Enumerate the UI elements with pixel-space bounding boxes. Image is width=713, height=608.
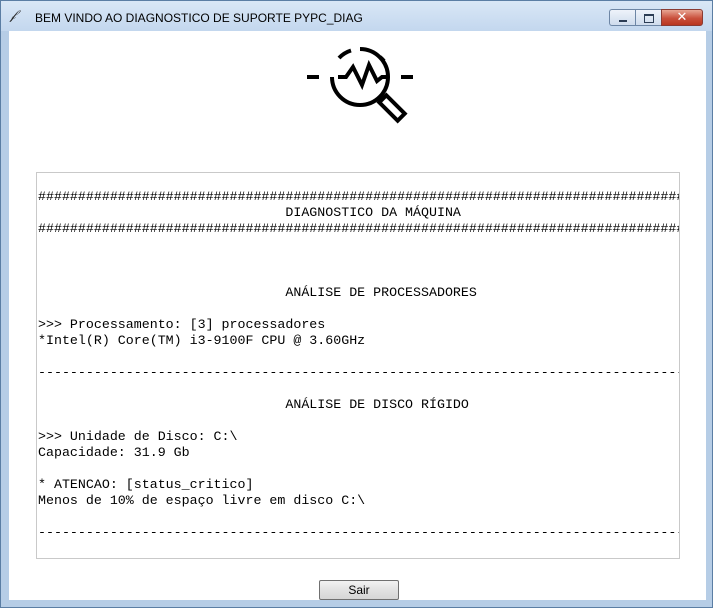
- window-title: BEM VINDO AO DIAGNOSTICO DE SUPORTE PYPC…: [35, 11, 363, 25]
- close-icon: ✕: [676, 10, 688, 25]
- diagnostic-report-textbox[interactable]: ########################################…: [36, 172, 680, 559]
- close-button[interactable]: ✕: [661, 9, 703, 26]
- report-line: * ATENCAO: [status_critico]: [38, 477, 254, 492]
- report-line: DIAGNOSTICO DA MÁQUINA: [38, 205, 461, 220]
- client-area: ########################################…: [9, 31, 706, 600]
- maximize-button[interactable]: [635, 9, 661, 26]
- magnifier-pulse-icon: [307, 47, 413, 124]
- report-line: Menos de 10% de espaço livre em disco C:…: [38, 493, 366, 508]
- report-line: ########################################…: [38, 189, 680, 204]
- feather-icon: 𝒻: [10, 8, 16, 23]
- title-bar[interactable]: 𝒻 BEM VINDO AO DIAGNOSTICO DE SUPORTE PY…: [1, 1, 712, 31]
- app-window: 𝒻 BEM VINDO AO DIAGNOSTICO DE SUPORTE PY…: [0, 0, 713, 608]
- exit-button[interactable]: Sair: [319, 580, 399, 600]
- report-line: ----------------------------------------…: [38, 365, 680, 380]
- report-line: >>> Processamento: [3] processadores: [38, 317, 326, 332]
- report-line: ----------------------------------------…: [38, 525, 680, 540]
- report-line: ########################################…: [38, 221, 680, 236]
- report-line: >>> Unidade de Disco: C:\: [38, 429, 238, 444]
- minimize-icon: [619, 20, 627, 22]
- report-line: ANÁLISE DE DISCO RÍGIDO: [38, 397, 469, 412]
- maximize-icon: [644, 14, 654, 23]
- report-line: ANÁLISE DE PROCESSADORES: [38, 285, 477, 300]
- report-text: ########################################…: [37, 173, 680, 558]
- window-controls: ✕: [609, 9, 703, 27]
- report-line: Capacidade: 31.9 Gb: [38, 445, 190, 460]
- report-line: *Intel(R) Core(TM) i3-9100F CPU @ 3.60GH…: [38, 333, 366, 348]
- minimize-button[interactable]: [609, 9, 635, 26]
